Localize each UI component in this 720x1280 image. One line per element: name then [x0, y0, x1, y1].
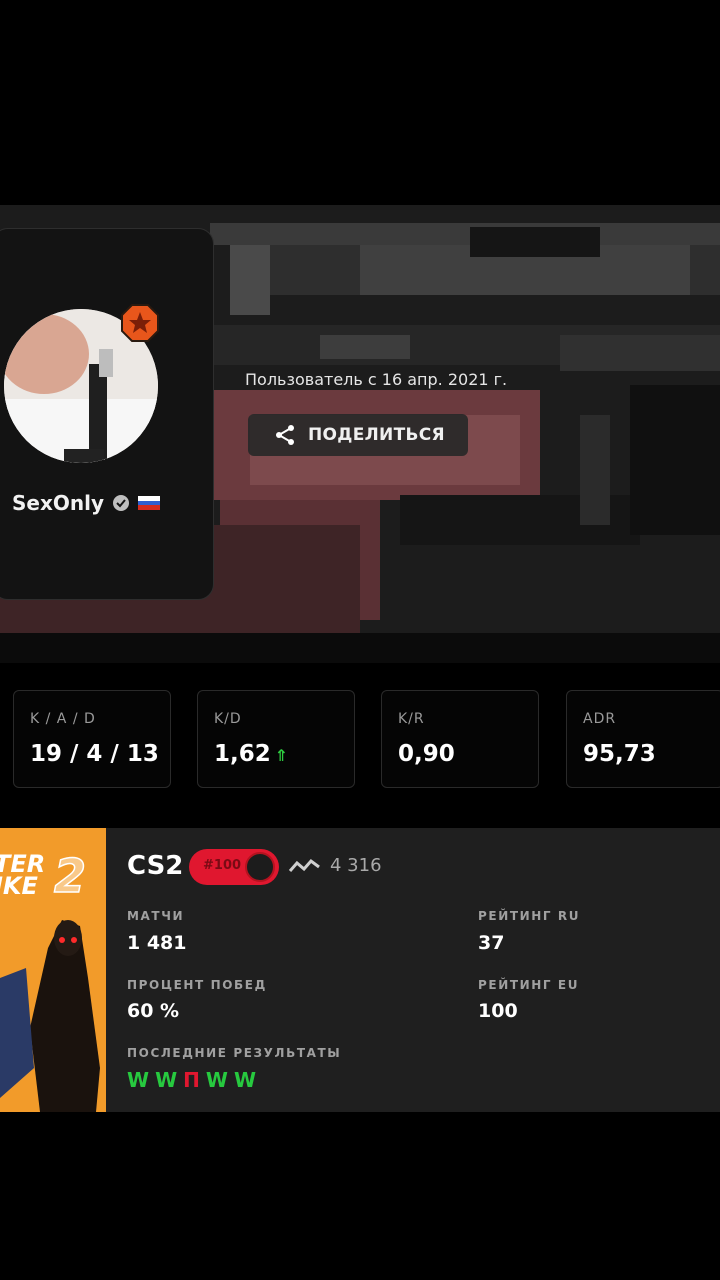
matches-value: 1 481 — [127, 932, 187, 954]
result-item: W — [205, 1068, 228, 1092]
stat-kd: K/D 1,62 ⇑ — [197, 690, 355, 788]
recent-results: W W П W W — [127, 1068, 256, 1092]
result-item: W — [233, 1068, 256, 1092]
stat-value-row: 1,62 ⇑ — [214, 741, 288, 767]
rating-ru-label: РЕЙТИНГ RU — [478, 909, 581, 923]
stat-label: K/D — [214, 711, 242, 727]
cover-text-bottom: IKE — [0, 872, 39, 900]
cs2-cover-art: TER IKE 2 — [0, 828, 106, 1112]
cover-number: 2 — [54, 849, 86, 903]
star-rank-icon — [121, 304, 159, 342]
share-button[interactable]: ПОДЕЛИТЬСЯ — [248, 414, 468, 456]
result-item: W — [127, 1068, 150, 1092]
stat-kr: K/R 0,90 — [381, 690, 539, 788]
username-row: SexOnly — [12, 488, 161, 518]
elo-value: 4 316 — [330, 855, 382, 876]
stat-kad: K / A / D 19 / 4 / 13 — [13, 690, 171, 788]
stat-label: K / A / D — [30, 711, 96, 727]
cs2-cover-image: TER IKE 2 — [0, 828, 106, 1112]
game-title: CS2 — [127, 851, 184, 881]
username[interactable]: SexOnly — [12, 491, 104, 515]
result-item: W — [155, 1068, 178, 1092]
share-icon — [276, 425, 294, 445]
member-since: Пользователь с 16 апр. 2021 г. — [245, 370, 508, 389]
stat-value: 0,90 — [398, 741, 455, 767]
stat-label: ADR — [583, 711, 617, 727]
rating-eu-value: 100 — [478, 1000, 518, 1022]
share-label: ПОДЕЛИТЬСЯ — [308, 425, 445, 445]
elo-graph-icon — [288, 858, 320, 872]
winrate-value: 60 % — [127, 1000, 180, 1022]
elo-rank-text: #100 — [203, 858, 242, 873]
winrate-label: ПРОЦЕНТ ПОБЕД — [127, 978, 267, 992]
elo-level-badge: #100 — [189, 849, 279, 885]
stat-value: 19 / 4 / 13 — [30, 741, 159, 767]
stat-adr: ADR 95,73 — [566, 690, 720, 788]
result-item: П — [183, 1068, 200, 1092]
stat-value: 95,73 — [583, 741, 656, 767]
trend-up-icon: ⇑ — [274, 746, 289, 765]
verified-icon — [113, 495, 130, 511]
rating-ru-value: 37 — [478, 932, 505, 954]
ru-flag-icon — [138, 496, 161, 510]
elo-row: 4 316 — [288, 855, 382, 876]
banner-bottom-strip — [0, 633, 720, 663]
rating-eu-label: РЕЙТИНГ EU — [478, 978, 580, 992]
stat-value: 1,62 — [214, 741, 271, 767]
level-ring-icon — [245, 852, 275, 882]
recent-results-label: ПОСЛЕДНИЕ РЕЗУЛЬТАТЫ — [127, 1046, 342, 1060]
stat-label: K/R — [398, 711, 425, 727]
matches-label: МАТЧИ — [127, 909, 185, 923]
